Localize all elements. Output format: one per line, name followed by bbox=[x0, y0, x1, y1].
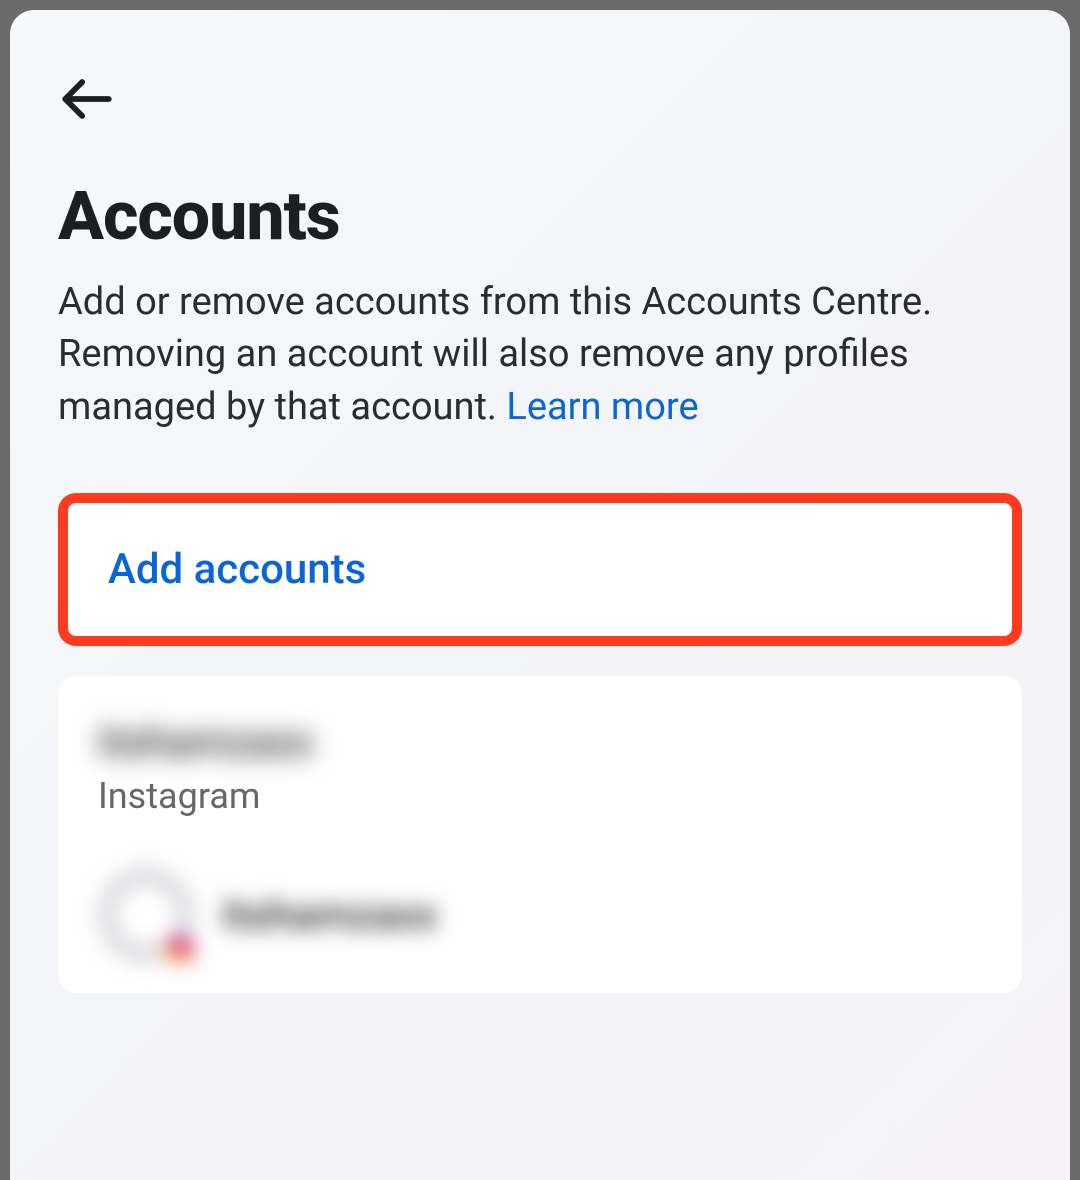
learn-more-link[interactable]: Learn more bbox=[506, 385, 698, 429]
page-title: Accounts bbox=[58, 176, 1022, 256]
add-accounts-button[interactable]: Add accounts bbox=[58, 493, 1022, 646]
add-accounts-label: Add accounts bbox=[108, 545, 972, 594]
back-button[interactable] bbox=[58, 70, 116, 128]
account-username: itshamzaxx bbox=[98, 718, 982, 767]
arrow-left-icon bbox=[58, 70, 116, 128]
accounts-modal: Accounts Add or remove accounts from thi… bbox=[10, 10, 1070, 1180]
account-platform: Instagram bbox=[98, 775, 982, 817]
account-profile-row: itshamzaxx bbox=[98, 867, 982, 963]
account-card[interactable]: itshamzaxx Instagram itshamzaxx bbox=[58, 676, 1022, 993]
instagram-badge-icon bbox=[162, 931, 198, 967]
page-description: Add or remove accounts from this Account… bbox=[58, 276, 1022, 433]
account-profile-name: itshamzaxx bbox=[222, 891, 437, 940]
avatar bbox=[98, 867, 194, 963]
description-text: Add or remove accounts from this Account… bbox=[58, 280, 932, 429]
